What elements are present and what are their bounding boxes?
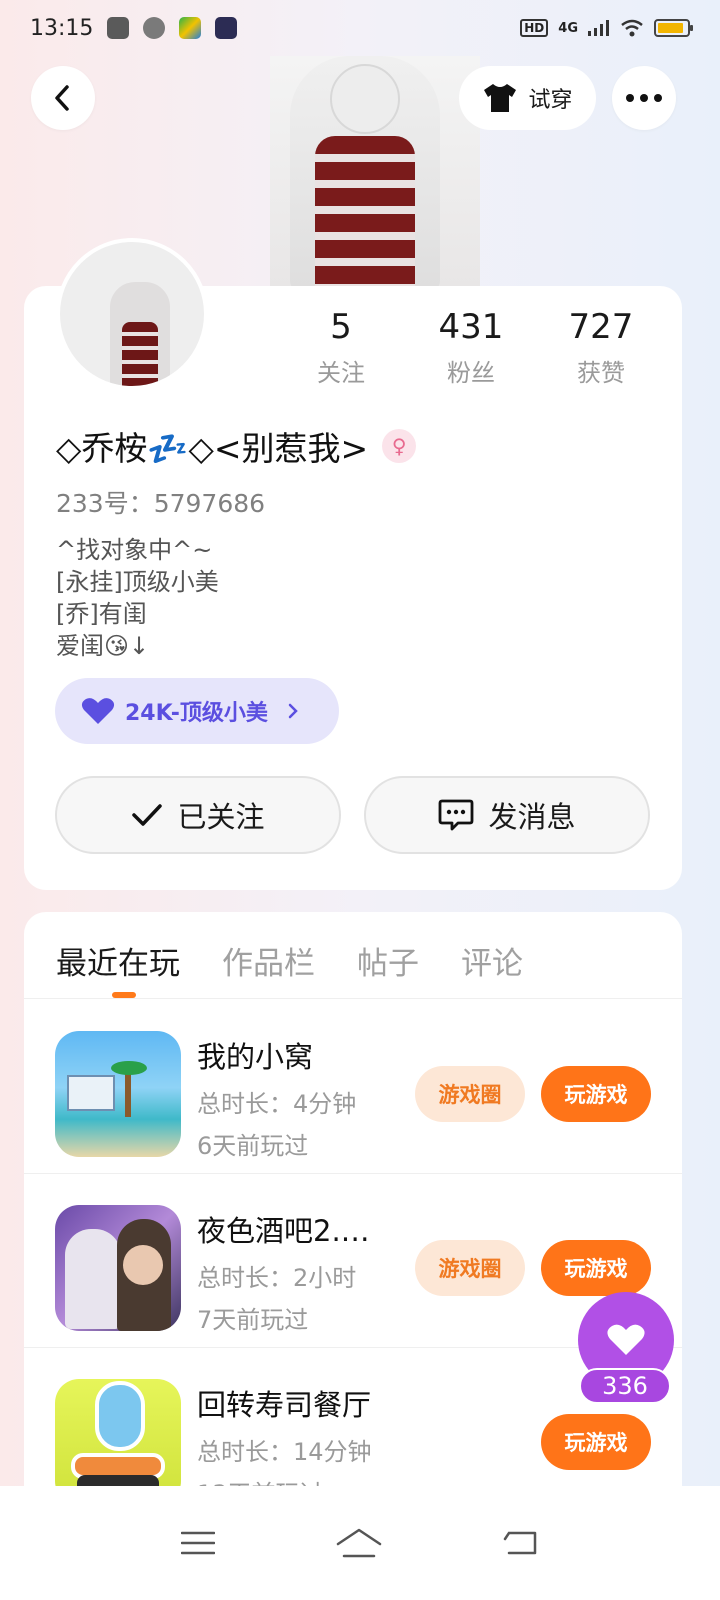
nickname: ◇乔桉💤◇<别惹我> xyxy=(56,429,369,468)
play-game-button[interactable]: 玩游戏 xyxy=(541,1240,651,1296)
avatar[interactable] xyxy=(56,238,208,390)
user-id: 233号：5797686 xyxy=(56,489,266,518)
home-icon[interactable] xyxy=(336,1528,382,1558)
game-icon-my-house[interactable] xyxy=(55,1031,181,1157)
hd-badge: HD xyxy=(520,19,549,37)
menu-icon[interactable] xyxy=(180,1530,215,1556)
game-circle-button[interactable]: 游戏圈 xyxy=(415,1240,525,1296)
vip-label: 24K-顶级小美 xyxy=(125,701,268,726)
app-notification-icon xyxy=(107,17,130,39)
game-title: 夜色酒吧2.… xyxy=(197,1214,370,1248)
profile-tabs: 最近在玩 作品栏 帖子 评论 xyxy=(56,938,523,983)
more-horizontal-icon xyxy=(626,94,662,102)
back-nav-icon[interactable] xyxy=(503,1529,539,1557)
character-avatar-image xyxy=(270,56,480,291)
battery-icon xyxy=(654,19,693,37)
app-notification-icon xyxy=(179,17,202,39)
status-bar: 13:15 HD 4G xyxy=(0,0,720,56)
status-time: 13:15 xyxy=(30,15,94,41)
divider xyxy=(24,998,682,999)
followed-label: 已关注 xyxy=(177,800,265,834)
checkmark-icon xyxy=(132,804,163,826)
bio-line: [永挂]顶级小美 xyxy=(56,568,219,596)
back-button[interactable] xyxy=(31,66,95,130)
game-last-played: 6天前玩过 xyxy=(197,1132,309,1160)
app-notification-icon xyxy=(143,17,166,39)
game-title: 回转寿司餐厅 xyxy=(197,1388,372,1422)
try-on-button[interactable]: 试穿 xyxy=(459,66,596,130)
system-nav-bar xyxy=(0,1486,720,1600)
wifi-icon xyxy=(621,19,643,37)
followed-button[interactable]: 已关注 xyxy=(55,776,341,854)
try-on-label: 试穿 xyxy=(528,88,573,113)
like-count: 336 xyxy=(579,1368,671,1404)
play-game-button[interactable]: 玩游戏 xyxy=(541,1414,651,1470)
nickname-row: ◇乔桉💤◇<别惹我> ♀ xyxy=(56,422,417,470)
bio-line: [乔]有闺 xyxy=(56,600,147,628)
stat-likes[interactable]: 727 获赞 xyxy=(536,305,666,388)
game-circle-button[interactable]: 游戏圈 xyxy=(415,1066,525,1122)
bio: ^找对象中^~ [永挂]顶级小美 [乔]有闺 爱闺😘↓ xyxy=(56,534,219,662)
stat-likes-count: 727 xyxy=(568,307,634,347)
game-last-played: 7天前玩过 xyxy=(197,1306,309,1334)
tab-comments[interactable]: 评论 xyxy=(461,938,523,983)
game-duration: 总时长：14分钟 xyxy=(197,1438,372,1466)
game-title: 我的小窝 xyxy=(197,1040,314,1074)
tab-posts[interactable]: 帖子 xyxy=(357,938,419,983)
play-game-button[interactable]: 玩游戏 xyxy=(541,1066,651,1122)
app-notification-icon xyxy=(215,17,238,39)
game-duration: 总时长：4分钟 xyxy=(197,1090,357,1118)
signal-icon xyxy=(588,20,609,36)
game-icon-night-bar[interactable] xyxy=(55,1205,181,1331)
recent-games-card: 最近在玩 作品栏 帖子 评论 我的小窝 总时长：4分钟 6天前玩过 游戏圈 玩游… xyxy=(24,912,682,1512)
stat-followers-count: 431 xyxy=(438,307,504,347)
stat-followers[interactable]: 431 粉丝 xyxy=(406,305,536,388)
bio-line: ^找对象中^~ xyxy=(56,536,213,564)
chevron-right-icon xyxy=(288,703,298,719)
game-duration: 总时长：2小时 xyxy=(197,1264,357,1292)
heart-icon xyxy=(607,1324,645,1355)
send-message-label: 发消息 xyxy=(488,800,576,834)
stat-following-count: 5 xyxy=(330,307,352,347)
chevron-left-icon xyxy=(55,85,69,111)
send-message-button[interactable]: 发消息 xyxy=(364,776,650,854)
stat-following-label: 关注 xyxy=(317,359,365,387)
tab-recently-played[interactable]: 最近在玩 xyxy=(56,938,180,983)
heart-icon xyxy=(81,698,115,724)
vip-chip[interactable]: 24K-顶级小美 xyxy=(55,678,339,744)
message-icon xyxy=(439,799,474,831)
profile-stats: 5 关注 431 粉丝 727 获赞 xyxy=(276,305,666,388)
more-button[interactable] xyxy=(612,66,676,130)
stat-following[interactable]: 5 关注 xyxy=(276,305,406,388)
stat-followers-label: 粉丝 xyxy=(447,359,495,387)
game-row[interactable]: 我的小窝 总时长：4分钟 6天前玩过 游戏圈 玩游戏 xyxy=(24,1000,682,1174)
shirt-icon xyxy=(484,84,517,112)
female-gender-icon: ♀ xyxy=(382,429,417,463)
stat-likes-label: 获赞 xyxy=(577,359,625,387)
bio-line: 爱闺😘↓ xyxy=(56,632,150,660)
network-type: 4G xyxy=(558,20,578,36)
tab-works[interactable]: 作品栏 xyxy=(222,938,315,983)
